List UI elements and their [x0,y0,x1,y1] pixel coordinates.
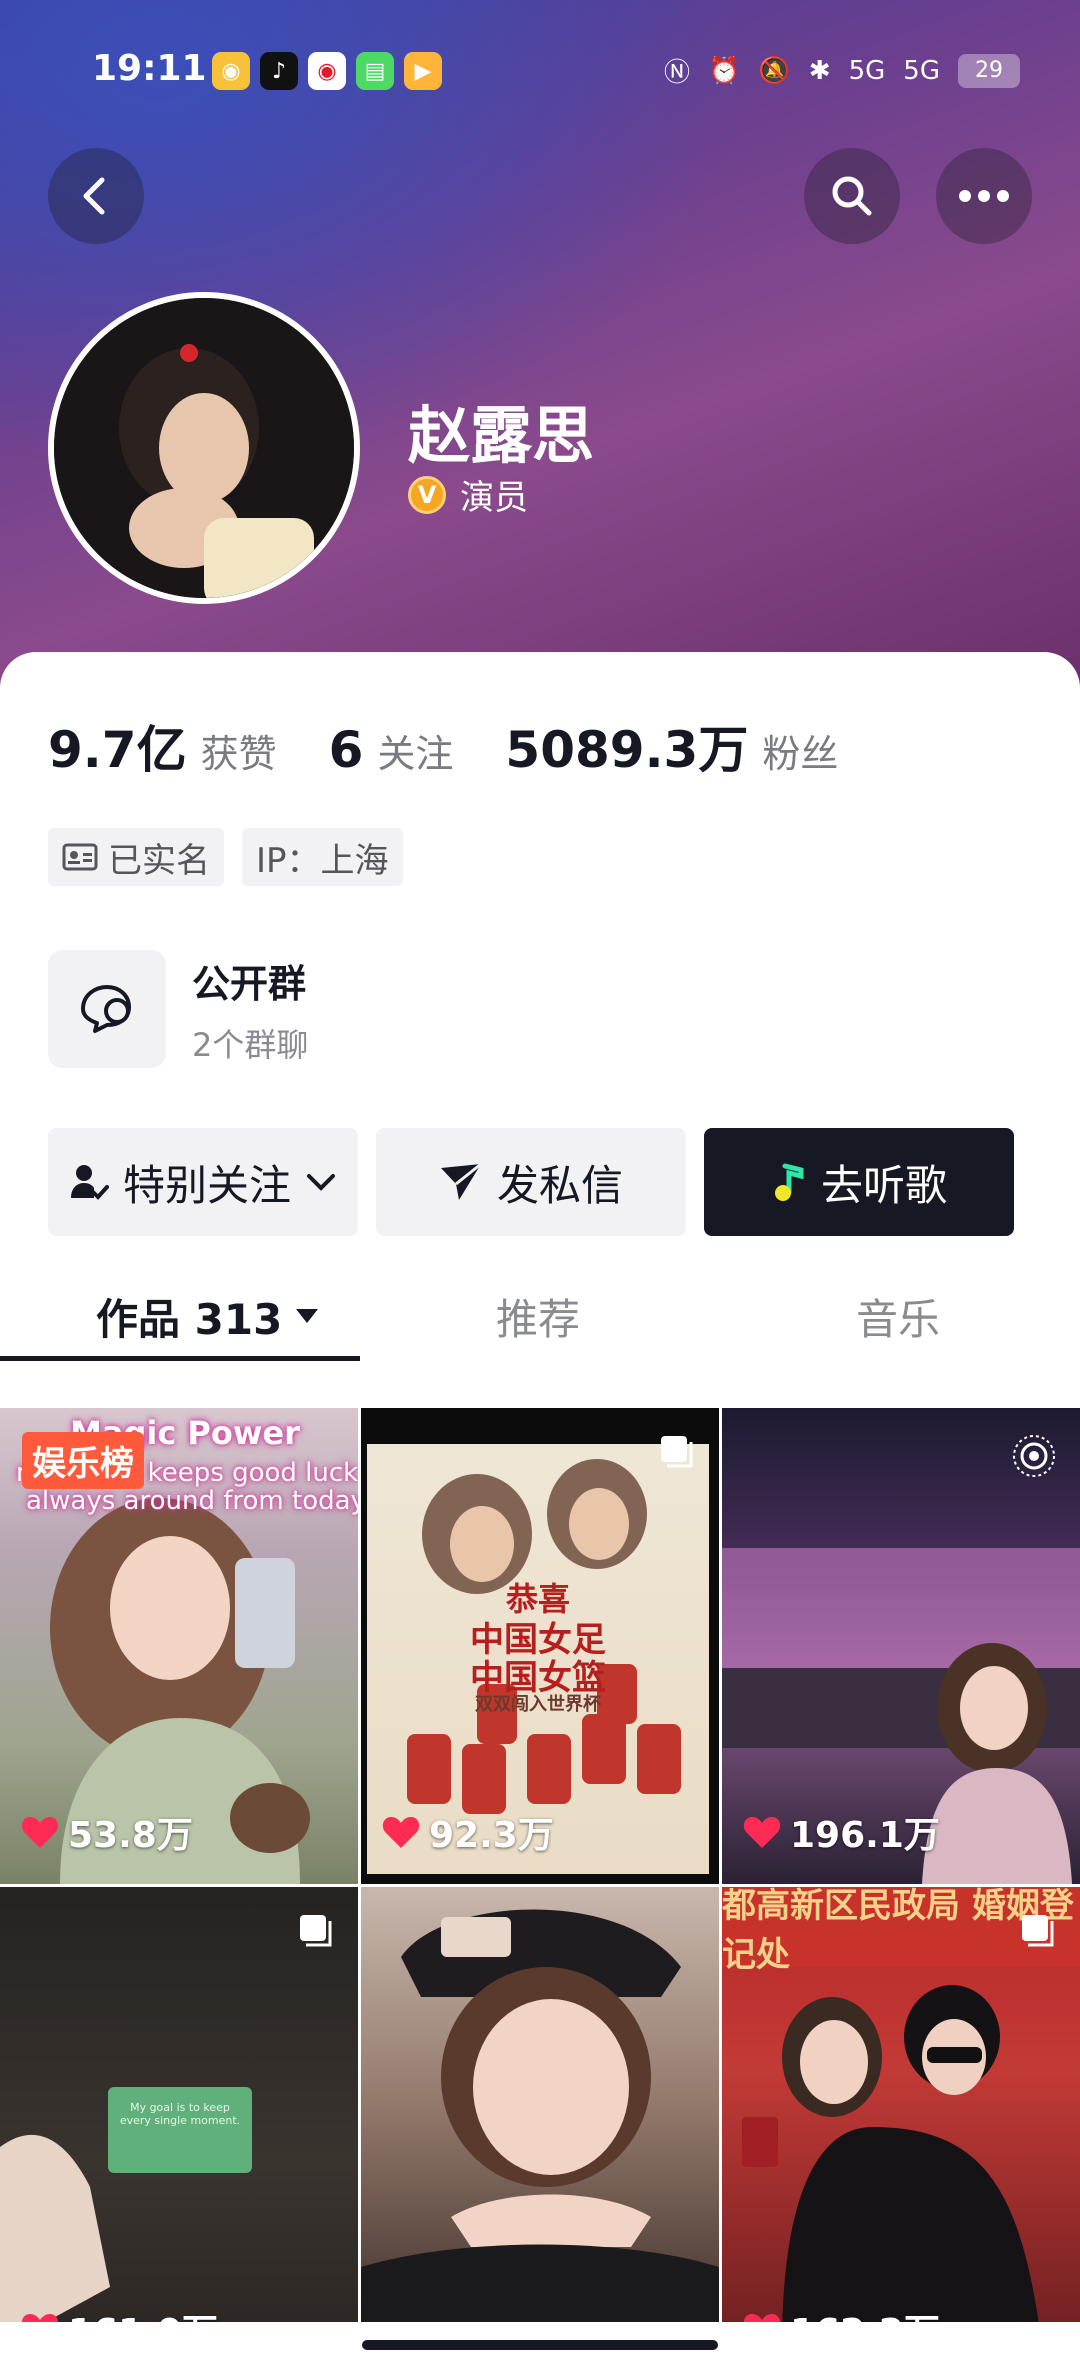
followers-count[interactable]: 5089.3万 [505,710,748,782]
group-subtitle: 2个群聊 [192,1025,309,1064]
listen-music-button[interactable]: 去听歌 [704,1128,1014,1236]
video-likes-count: 196.1万 [790,1815,940,1856]
system-status-icons: Ⓝ ⏰ 🔕 ✱ 5G 5G 29 [664,52,1020,89]
note-card: My goal is to keep every single moment. [108,2087,252,2173]
video-likes: 92.3万 [381,1806,554,1858]
followers-label[interactable]: 粉丝 [762,723,838,778]
active-tab-indicator [0,1356,360,1361]
search-button[interactable] [804,148,900,244]
notification-icons: ◉ ♪ ◉ ▤ ▶ [212,52,442,90]
weibo-icon: ◉ [308,52,346,90]
following-label[interactable]: 关注 [377,723,453,778]
video-tile[interactable] [361,1887,719,2347]
caret-down-icon [296,1309,319,1323]
video-tile[interactable]: My goal is to keep every single moment. … [0,1887,358,2347]
weibo-icon: ◉ [212,52,250,90]
user-check-icon [70,1165,109,1200]
multi-image-icon [1022,1915,1054,1947]
card-line: My goal is to keep [130,2101,230,2114]
video-tile[interactable]: 都高新区民政局 婚姻登记处 162.2万 [722,1887,1080,2347]
bluetooth-icon: ✱ [808,55,831,86]
group-title: 公开群 [192,961,307,1006]
video-likes-count: 53.8万 [68,1815,193,1856]
video-tile[interactable]: 恭喜 中国女足 中国女篮 双双闯入世界杯 92.3万 [361,1408,719,1884]
video-tile[interactable]: Magic Power may your keeps good luck alw… [0,1408,358,1884]
music-note-icon [774,1163,804,1201]
alarm-icon: ⏰ [708,55,741,86]
message-app-icon: ▤ [356,52,394,90]
ip-tag: IP：上海 [242,828,403,886]
douyin-icon: ♪ [260,52,298,90]
video-app-icon: ▶ [404,52,442,90]
tab-music-label: 音乐 [856,1294,941,1344]
profile-tags: 已实名 IP：上海 [48,828,403,886]
video-likes-count: 92.3万 [429,1815,554,1856]
profile-header-banner: 19:11 ◉ ♪ ◉ ▤ ▶ Ⓝ ⏰ 🔕 ✱ 5G 5G 29 赵露思 V 演… [0,0,1080,700]
heart-icon [21,1817,59,1848]
video-likes: 196.1万 [742,1806,940,1858]
home-indicator[interactable] [362,2340,718,2350]
following-count[interactable]: 6 [329,721,364,779]
more-icon [959,190,1009,202]
search-icon [832,176,872,216]
multi-image-icon [300,1915,332,1947]
video-tile[interactable]: 196.1万 [722,1408,1080,1884]
mute-icon: 🔕 [758,55,791,86]
profile-title: 演员 [460,478,528,518]
chevron-down-icon [307,1174,335,1191]
action-buttons: 特别关注 发私信 去听歌 [48,1128,1014,1236]
more-button[interactable] [936,148,1032,244]
stats-row: 9.7亿 获赞 6 关注 5089.3万 粉丝 [48,710,838,782]
send-icon [440,1162,482,1200]
group-chat-icon [48,950,166,1068]
content-tabs: 作品 313 推荐 音乐 [0,1272,1080,1361]
real-name-tag: 已实名 [48,828,224,886]
tab-recommend-label: 推荐 [496,1294,581,1344]
profile-name: 赵露思 [408,399,595,472]
public-group-entry[interactable]: 公开群 2个群聊 [48,950,308,1068]
ip-label: IP：上海 [256,840,389,881]
tab-works-label: 作品 313 [96,1294,283,1344]
card-line: every single moment. [119,2114,241,2127]
status-time: 19:11 [92,48,207,89]
verified-badge-icon: V [408,475,446,514]
multi-image-icon [661,1436,693,1468]
avatar[interactable] [48,292,360,604]
special-follow-button[interactable]: 特别关注 [48,1128,358,1236]
video-likes: 53.8万 [20,1806,193,1858]
nfc-icon: Ⓝ [664,58,691,88]
listen-music-label: 去听歌 [820,1160,947,1210]
likes-count: 9.7亿 [48,721,187,779]
video-thumbnail [742,1985,1042,2347]
heart-icon [743,1817,781,1848]
status-bar: 19:11 ◉ ♪ ◉ ▤ ▶ Ⓝ ⏰ 🔕 ✱ 5G 5G 29 [0,40,1080,100]
tab-works[interactable]: 作品 313 [96,1272,320,1360]
likes-label: 获赞 [200,732,277,776]
video-thumbnail [361,1909,719,2347]
chevron-left-icon [83,177,105,215]
verification-row: V 演员 [408,470,528,519]
real-name-label: 已实名 [108,840,210,881]
special-follow-label: 特别关注 [122,1160,291,1210]
heart-icon [382,1817,420,1848]
send-message-label: 发私信 [496,1160,623,1210]
avatar-photo [54,298,354,598]
send-message-button[interactable]: 发私信 [376,1128,686,1236]
live-photo-icon [1013,1435,1055,1477]
back-button[interactable] [48,148,144,244]
id-card-icon [62,843,98,871]
overlay-line: always around from today on. [26,1486,358,1516]
signal-2-label: 5G [903,55,940,86]
poster-line: 双双闯入世界杯 [475,1694,601,1715]
rank-tag: 娱乐榜 [22,1432,144,1489]
tab-music[interactable]: 音乐 [856,1272,940,1360]
battery-icon: 29 [958,53,1020,88]
tab-recommend[interactable]: 推荐 [496,1272,580,1360]
signal-1-label: 5G [848,55,886,86]
